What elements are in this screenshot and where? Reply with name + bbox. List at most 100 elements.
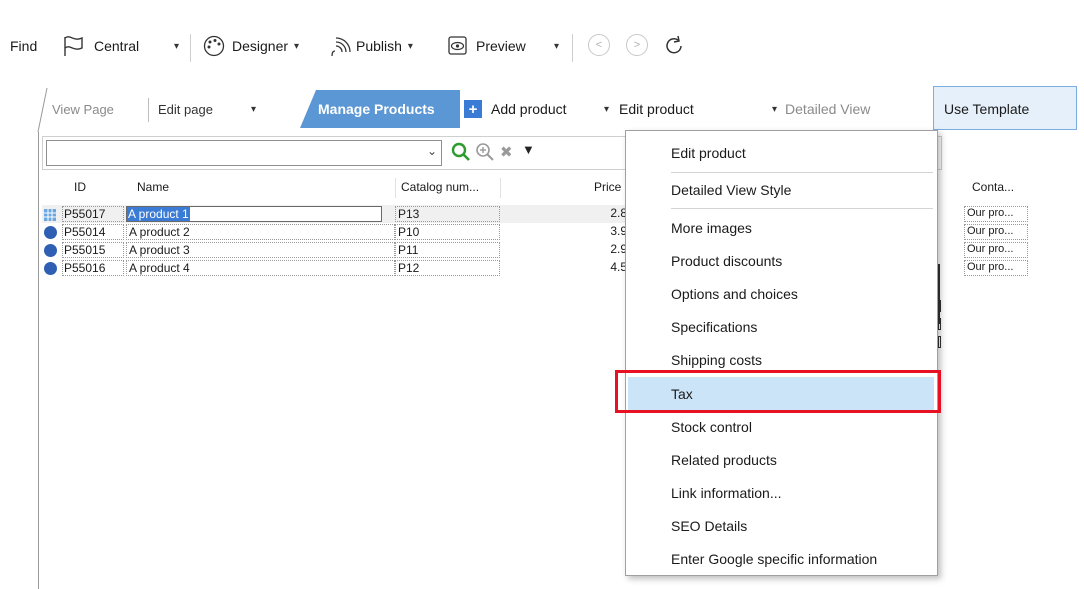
table-cell-contact[interactable]: Our pro... bbox=[964, 260, 1028, 276]
table-row[interactable]: P55015 A product 3 P11 2.9 bbox=[42, 241, 628, 259]
menu-item-related-products[interactable]: Related products bbox=[626, 444, 937, 476]
table-cell-catalog[interactable]: P12 bbox=[395, 260, 500, 276]
table-row[interactable]: P55014 A product 2 P10 3.9 bbox=[42, 223, 628, 241]
publish-button[interactable]: Publish ▾ bbox=[328, 20, 413, 72]
menu-item-more-images[interactable]: More images bbox=[626, 212, 937, 244]
table-cell-price[interactable]: 3.9 bbox=[587, 224, 627, 240]
table-cell-name[interactable]: A product 4 bbox=[126, 260, 395, 276]
table-cell-contact[interactable]: Our pro... bbox=[964, 224, 1028, 240]
menu-item-shipping-costs[interactable]: Shipping costs bbox=[626, 344, 937, 376]
menu-item-link-information[interactable]: Link information... bbox=[626, 477, 937, 509]
clear-search-button[interactable]: ✖ bbox=[500, 143, 513, 161]
menu-item-label: Tax bbox=[671, 386, 693, 402]
tab-edit-page[interactable]: Edit page ▾ bbox=[158, 90, 256, 128]
column-divider bbox=[395, 178, 396, 198]
menu-item-label: Link information... bbox=[671, 485, 782, 501]
palette-icon bbox=[203, 35, 225, 57]
table-cell-price[interactable]: 2.9 bbox=[587, 242, 627, 258]
preview-icon bbox=[448, 36, 467, 55]
search-options-dropdown[interactable]: ▼ bbox=[522, 142, 535, 157]
menu-item-options-and-choices[interactable]: Options and choices bbox=[626, 278, 937, 310]
search-button[interactable] bbox=[451, 142, 471, 165]
table-cell-id[interactable]: P55017 bbox=[62, 206, 124, 222]
advanced-search-button[interactable] bbox=[475, 142, 495, 165]
record-dot-icon bbox=[44, 226, 57, 239]
panel-edge bbox=[38, 132, 39, 589]
table-cell-price[interactable]: 4.5 bbox=[587, 260, 627, 276]
menu-item-label: Shipping costs bbox=[671, 352, 763, 368]
tab-view-page[interactable]: View Page bbox=[52, 90, 114, 128]
detailed-view-label: Detailed View bbox=[785, 101, 871, 117]
menu-item-label: Enter Google specific information bbox=[671, 551, 878, 567]
table-cell-id[interactable]: P55015 bbox=[62, 242, 124, 258]
search-input[interactable]: ⌄ bbox=[46, 140, 442, 166]
table-cell-id[interactable]: P55014 bbox=[62, 224, 124, 240]
table-cell-name[interactable]: A product 3 bbox=[126, 242, 395, 258]
record-dot-icon bbox=[44, 262, 57, 275]
column-header-price[interactable]: Price bbox=[594, 180, 621, 194]
use-template-button[interactable]: Use Template bbox=[933, 86, 1077, 130]
table-cell-name-editing[interactable]: A product 1 bbox=[126, 206, 382, 222]
table-cell-name[interactable]: A product 2 bbox=[126, 224, 395, 240]
table-cell-id[interactable]: P55016 bbox=[62, 260, 124, 276]
edit-page-label: Edit page bbox=[158, 101, 213, 117]
back-button[interactable]: < bbox=[588, 34, 610, 56]
table-row[interactable]: P55017 A product 1 P13 2.8 bbox=[42, 205, 628, 223]
title-strip bbox=[0, 0, 1084, 8]
chevron-left-icon: < bbox=[595, 39, 603, 51]
column-header-id[interactable]: ID bbox=[74, 180, 86, 194]
column-divider bbox=[500, 178, 501, 198]
preview-dropdown[interactable]: ▾ bbox=[548, 20, 559, 72]
find-button[interactable]: Find bbox=[10, 20, 37, 72]
search-icon bbox=[451, 142, 470, 161]
table-cell-contact[interactable]: Our pro... bbox=[964, 242, 1028, 258]
edit-product-dropdown[interactable]: ▾ Edit product bbox=[604, 90, 694, 128]
menu-item-google-info[interactable]: Enter Google specific information bbox=[626, 543, 937, 575]
detailed-view-dropdown[interactable]: ▾ Detailed View bbox=[772, 90, 870, 128]
table-cell-catalog[interactable]: P11 bbox=[395, 242, 500, 258]
table-row[interactable]: P55016 A product 4 P12 4.5 bbox=[42, 259, 628, 277]
record-dot-icon bbox=[44, 244, 57, 257]
column-header-catalog[interactable]: Catalog num... bbox=[401, 180, 479, 194]
menu-item-tax[interactable]: Tax bbox=[628, 377, 934, 411]
zoom-search-icon bbox=[476, 143, 494, 161]
tab-edge bbox=[37, 87, 48, 132]
chevron-down-icon: ▾ bbox=[174, 40, 180, 52]
menu-item-label: Edit product bbox=[671, 145, 746, 161]
add-product-button[interactable]: + Add product bbox=[464, 90, 567, 128]
main-toolbar: Find Central ▾ Designer ▾ Publish ▾ Prev… bbox=[0, 20, 1084, 72]
menu-item-stock-control[interactable]: Stock control bbox=[626, 411, 937, 443]
column-header-name[interactable]: Name bbox=[137, 180, 169, 194]
refresh-button[interactable] bbox=[662, 20, 686, 72]
designer-button[interactable]: Designer ▾ bbox=[202, 20, 299, 72]
chevron-right-icon: > bbox=[633, 39, 641, 51]
publish-label: Publish bbox=[356, 38, 402, 54]
menu-item-label: Product discounts bbox=[671, 253, 783, 269]
menu-item-edit-product[interactable]: Edit product bbox=[626, 137, 937, 169]
menu-item-specifications[interactable]: Specifications bbox=[626, 311, 937, 343]
column-header-contact[interactable]: Conta... bbox=[972, 180, 1014, 194]
table-cell-catalog[interactable]: P13 bbox=[395, 206, 500, 222]
grid-row-icon bbox=[44, 209, 56, 221]
table-cell-contact[interactable]: Our pro... bbox=[964, 206, 1028, 222]
menu-item-product-discounts[interactable]: Product discounts bbox=[626, 245, 937, 277]
preview-button[interactable]: Preview bbox=[446, 20, 526, 72]
grid-rows: P55017 A product 1 P13 2.8 P55014 A prod… bbox=[42, 205, 628, 277]
chevron-down-icon: ▾ bbox=[294, 40, 300, 52]
menu-item-label: Specifications bbox=[671, 319, 758, 335]
find-label: Find bbox=[10, 38, 38, 54]
menu-divider bbox=[671, 208, 933, 209]
table-cell-catalog[interactable]: P10 bbox=[395, 224, 500, 240]
menu-item-seo-details[interactable]: SEO Details bbox=[626, 510, 937, 542]
chevron-down-icon: ▾ bbox=[407, 40, 413, 52]
menu-item-detailed-view-style[interactable]: Detailed View Style bbox=[626, 174, 937, 206]
flag-icon bbox=[64, 36, 83, 56]
forward-button[interactable]: > bbox=[626, 34, 648, 56]
menu-item-label: SEO Details bbox=[671, 518, 748, 534]
central-dropdown[interactable]: ▾ bbox=[168, 20, 179, 72]
plus-icon: + bbox=[464, 100, 482, 118]
tab-manage-products[interactable]: Manage Products bbox=[318, 90, 435, 128]
chevron-down-icon: ▾ bbox=[772, 103, 778, 115]
table-cell-price[interactable]: 2.8 bbox=[587, 206, 627, 222]
central-button[interactable]: Central bbox=[62, 20, 139, 72]
